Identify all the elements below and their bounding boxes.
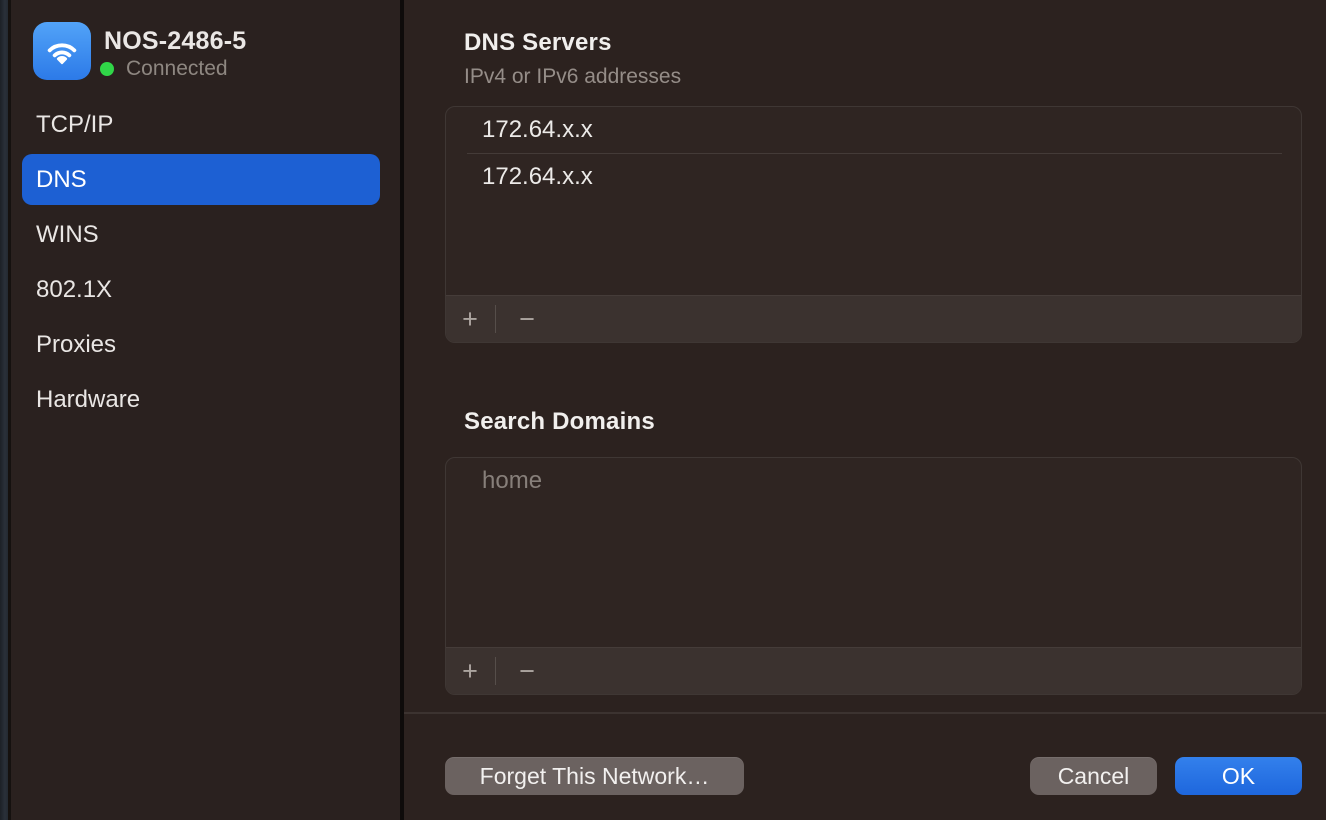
network-status-label: Connected [126, 57, 228, 81]
dns-servers-list-footer: + − [446, 295, 1301, 342]
connected-status-dot-icon [100, 62, 114, 76]
sidebar-item-label: DNS [36, 166, 87, 194]
ok-button[interactable]: OK [1175, 757, 1302, 795]
sidebar-item-proxies[interactable]: Proxies [11, 317, 400, 372]
sidebar: NOS-2486-5 Connected TCP/IP DNS WINS 802… [11, 0, 400, 820]
dns-servers-list-body: 172.64.x.x 172.64.x.x [446, 107, 1301, 295]
sidebar-item-label: 802.1X [36, 276, 112, 304]
dns-servers-list: 172.64.x.x 172.64.x.x + − [445, 106, 1302, 343]
sidebar-item-hardware[interactable]: Hardware [11, 372, 400, 427]
dns-server-value: 172.64.x.x [482, 116, 593, 144]
sidebar-item-8021x[interactable]: 802.1X [11, 262, 400, 317]
search-domains-remove-button[interactable]: − [509, 653, 545, 689]
network-name: NOS-2486-5 [104, 27, 246, 56]
dns-servers-header: DNS Servers IPv4 or IPv6 addresses [464, 29, 681, 89]
network-status: Connected [100, 57, 228, 81]
sidebar-item-label: Proxies [36, 331, 116, 359]
sidebar-nav: TCP/IP DNS WINS 802.1X Proxies Hardware [11, 97, 400, 427]
sidebar-item-tcpip[interactable]: TCP/IP [11, 97, 400, 152]
dns-server-value: 172.64.x.x [482, 163, 593, 191]
footer-separator [495, 305, 496, 333]
main-pane: DNS Servers IPv4 or IPv6 addresses 172.6… [404, 0, 1326, 820]
underlying-window-edge [0, 0, 8, 820]
search-domains-list-body: home [446, 458, 1301, 647]
sidebar-item-wins[interactable]: WINS [11, 207, 400, 262]
search-domains-list: home + − [445, 457, 1302, 695]
search-domain-value: home [482, 467, 542, 495]
cancel-button[interactable]: Cancel [1030, 757, 1157, 795]
forget-network-button[interactable]: Forget This Network… [445, 757, 744, 795]
dns-servers-subtitle: IPv4 or IPv6 addresses [464, 65, 681, 89]
search-domain-entry[interactable]: home [446, 458, 1301, 504]
footer-divider [404, 712, 1326, 714]
dns-add-button[interactable]: + [452, 301, 488, 337]
dns-server-entry[interactable]: 172.64.x.x [446, 154, 1301, 200]
dns-servers-title: DNS Servers [464, 29, 681, 57]
search-domains-title: Search Domains [464, 408, 655, 436]
sidebar-item-label: WINS [36, 221, 99, 249]
sidebar-item-dns[interactable]: DNS [11, 152, 400, 207]
dns-remove-button[interactable]: − [509, 301, 545, 337]
search-domains-add-button[interactable]: + [452, 653, 488, 689]
search-domains-list-footer: + − [446, 647, 1301, 694]
sidebar-item-label: Hardware [36, 386, 140, 414]
wifi-icon [33, 22, 91, 80]
search-domains-header: Search Domains [464, 408, 655, 436]
footer-separator [495, 657, 496, 685]
sidebar-item-label: TCP/IP [36, 111, 113, 139]
network-header: NOS-2486-5 Connected [11, 0, 400, 95]
dns-server-entry[interactable]: 172.64.x.x [446, 107, 1301, 153]
